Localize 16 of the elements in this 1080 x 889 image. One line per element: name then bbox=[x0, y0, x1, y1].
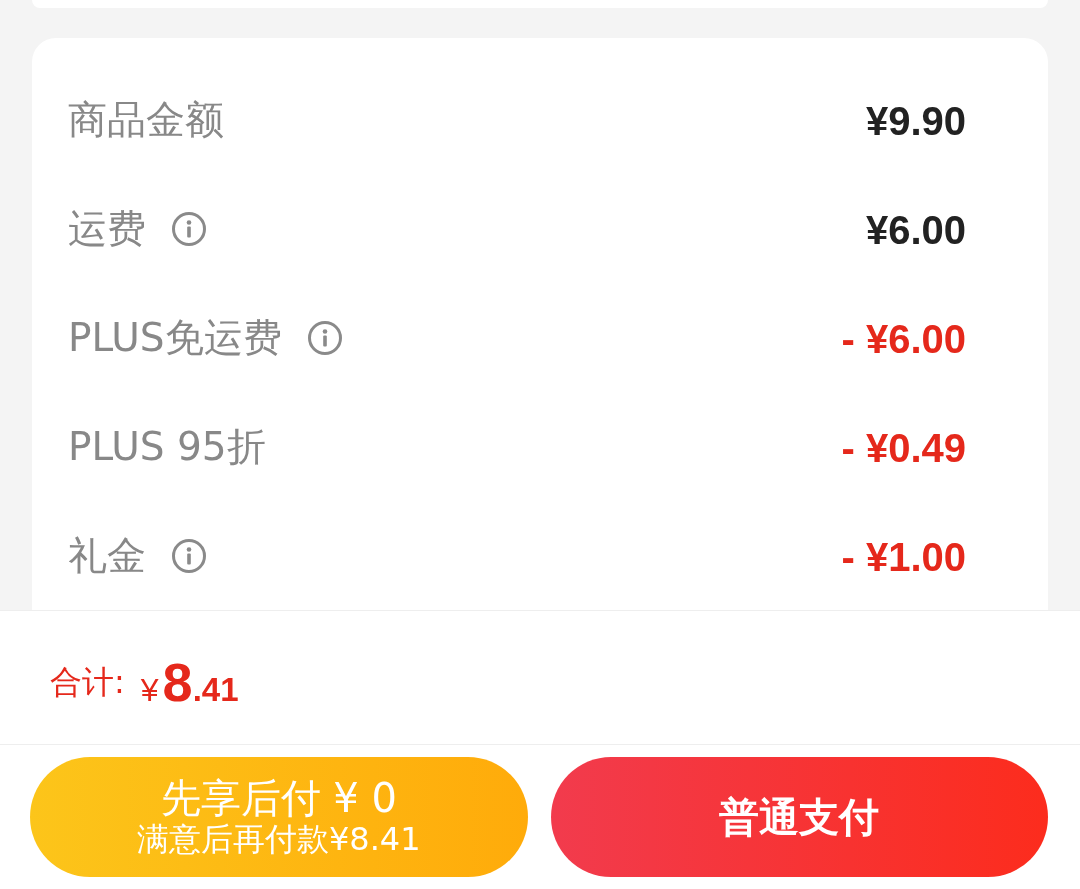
price-label: 运费 bbox=[68, 206, 146, 253]
price-label: 商品金额 bbox=[68, 97, 224, 144]
price-label: PLUS免运费 bbox=[68, 315, 282, 362]
price-label: 礼金 bbox=[68, 533, 146, 580]
info-icon[interactable] bbox=[172, 212, 206, 247]
total-label: 合计: bbox=[50, 663, 125, 702]
price-value: - ¥0.49 bbox=[841, 424, 966, 472]
price-value: - ¥1.00 bbox=[841, 533, 966, 581]
info-icon[interactable] bbox=[307, 321, 342, 356]
price-value: ¥9.90 bbox=[865, 97, 966, 145]
price-label: PLUS 95折 bbox=[68, 424, 266, 471]
pay-button[interactable]: 普通支付 bbox=[550, 757, 1048, 877]
price-value: ¥6.00 bbox=[865, 206, 966, 254]
info-icon[interactable] bbox=[172, 539, 206, 574]
price-value: - ¥6.00 bbox=[841, 315, 966, 363]
total-amount: ¥8.41 bbox=[140, 651, 239, 715]
